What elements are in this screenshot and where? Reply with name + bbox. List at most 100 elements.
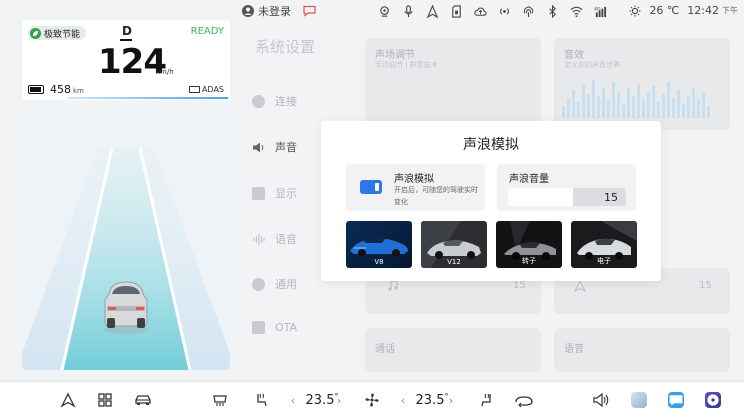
range-display: 458 km bbox=[50, 83, 84, 96]
message-icon[interactable] bbox=[303, 5, 316, 17]
chevron-right-icon: › bbox=[448, 393, 454, 407]
apps-grid-icon[interactable] bbox=[97, 390, 113, 410]
voice-wave-icon bbox=[253, 233, 265, 245]
nav-label: OTA bbox=[275, 321, 298, 334]
volume-speaker-icon[interactable] bbox=[592, 390, 610, 410]
temp-right-down-button[interactable]: ‹ bbox=[398, 390, 408, 410]
avatar-icon bbox=[242, 5, 254, 17]
brightness-icon bbox=[629, 5, 641, 16]
adas-indicator[interactable]: ADAS bbox=[188, 85, 224, 94]
card-call[interactable]: 通话 bbox=[365, 328, 541, 372]
eco-mode-badge[interactable]: 极致节能 bbox=[28, 26, 87, 40]
rear-defrost-icon[interactable] bbox=[212, 390, 228, 410]
preset-label: 电子 bbox=[597, 257, 611, 265]
volume-slider[interactable]: 15 bbox=[508, 188, 626, 206]
speaker-icon bbox=[253, 142, 264, 152]
card-title: 声场调节 bbox=[375, 50, 415, 61]
adas-label: ADAS bbox=[201, 85, 224, 94]
preset-electric[interactable]: 电子 bbox=[571, 221, 637, 268]
card-subtitle: 手动调节 | 群享技术 bbox=[375, 61, 438, 69]
temp-left-up-button[interactable]: › bbox=[334, 390, 344, 410]
card-title: 语音 bbox=[564, 344, 584, 355]
ota-icon bbox=[252, 321, 265, 334]
app-tile-maps[interactable] bbox=[631, 390, 647, 410]
range-value: 458 bbox=[50, 83, 71, 96]
wifi-icon bbox=[564, 3, 588, 19]
gear-underline bbox=[120, 39, 132, 41]
sound-wave-volume-card: 声浪音量 15 bbox=[497, 164, 636, 211]
volume-title: 声浪音量 bbox=[509, 174, 549, 185]
nav-label: 连接 bbox=[275, 95, 297, 108]
clock-period: 下午 bbox=[722, 6, 738, 15]
sound-wave-toggle[interactable] bbox=[360, 180, 382, 194]
location-icon[interactable] bbox=[372, 3, 396, 19]
nav-item-display[interactable]: 显示 bbox=[252, 185, 332, 201]
nav-item-sound[interactable]: 声音 bbox=[252, 139, 332, 155]
card-title: 音效 bbox=[564, 50, 584, 61]
nav-item-general[interactable]: 通用 bbox=[252, 276, 332, 292]
nav-label: 声音 bbox=[275, 141, 297, 154]
preset-v12[interactable]: V12 bbox=[421, 221, 487, 268]
card-sound-effect[interactable]: 音效 定义你的声音世界 bbox=[554, 38, 730, 130]
connection-icon bbox=[252, 94, 265, 108]
preset-label: 转子 bbox=[522, 257, 536, 265]
display-icon bbox=[252, 186, 265, 200]
status-right: 26 ℃ 12:42 下午 bbox=[629, 4, 738, 17]
microphone-icon[interactable] bbox=[396, 3, 420, 19]
range-progress-line bbox=[68, 97, 228, 99]
music-note-icon bbox=[388, 280, 398, 291]
navigation-icon[interactable] bbox=[420, 3, 444, 19]
leaf-icon bbox=[30, 27, 41, 39]
music-app-icon bbox=[705, 392, 721, 408]
seat-heat-right-icon[interactable] bbox=[478, 390, 494, 410]
nav-item-ota[interactable]: OTA bbox=[252, 321, 332, 334]
nav-label: 语音 bbox=[275, 233, 297, 246]
chevron-left-icon: ‹ bbox=[290, 393, 296, 407]
signal-icon: 4G bbox=[588, 3, 612, 19]
car-icon[interactable] bbox=[134, 390, 152, 410]
nav-label: 显示 bbox=[275, 187, 297, 200]
vehicle-icon bbox=[104, 281, 148, 334]
speed-value: 124 bbox=[98, 42, 167, 82]
settings-title: 系统设置 bbox=[255, 38, 316, 56]
cloud-icon bbox=[468, 3, 492, 19]
air-recirculation-icon[interactable] bbox=[514, 390, 534, 410]
switch-description: 开启后，可随您的驾驶实时变化 bbox=[394, 186, 478, 206]
preset-v8[interactable]: V8 bbox=[346, 221, 412, 268]
card-subtitle: 定义你的声音世界 bbox=[564, 61, 620, 69]
preset-rotary[interactable]: 转子 bbox=[496, 221, 562, 268]
nav-item-connection[interactable]: 连接 bbox=[252, 93, 332, 109]
chevron-right-icon: › bbox=[336, 393, 342, 407]
sound-wave-switch-card[interactable]: 声浪模拟 开启后，可随您的驾驶实时变化 bbox=[346, 164, 485, 211]
card-value: 15 bbox=[699, 280, 712, 291]
login-area[interactable]: 未登录 bbox=[242, 3, 316, 19]
outside-temperature: 26 ℃ bbox=[649, 4, 680, 17]
left-temp-value: 23.5 bbox=[305, 392, 335, 408]
fan-icon[interactable] bbox=[364, 390, 380, 410]
chevron-left-icon: ‹ bbox=[400, 393, 406, 407]
card-title: 通话 bbox=[375, 344, 395, 355]
card-sound-field[interactable]: 声场调节 手动调节 | 群享技术 bbox=[365, 38, 541, 130]
adas-icon bbox=[188, 86, 200, 93]
driving-view bbox=[22, 108, 230, 370]
bottom-dock: ‹ 23.5 ° › ‹ 23.5 ° › bbox=[0, 381, 744, 418]
volume-slider-fill bbox=[508, 188, 573, 206]
app-tile-music[interactable] bbox=[705, 390, 721, 410]
range-unit: km bbox=[73, 87, 84, 95]
nav-item-voice[interactable]: 语音 bbox=[252, 231, 332, 247]
navigation-icon[interactable] bbox=[60, 390, 76, 410]
engine-sound-presets: V8 V12 转子 电子 bbox=[346, 221, 637, 268]
sound-wave-dialog: 声浪模拟 声浪模拟 开启后，可随您的驾驶实时变化 声浪音量 15 V8 V12 … bbox=[321, 121, 661, 281]
temp-right-up-button[interactable]: › bbox=[446, 390, 456, 410]
maps-app-icon bbox=[631, 392, 647, 408]
ready-indicator: READY bbox=[190, 26, 224, 37]
temp-left-down-button[interactable]: ‹ bbox=[288, 390, 298, 410]
seat-heat-left-icon[interactable] bbox=[254, 390, 270, 410]
switch-title: 声浪模拟 bbox=[394, 174, 434, 185]
nav-label: 通用 bbox=[275, 278, 297, 291]
app-tile-messages[interactable] bbox=[668, 390, 684, 410]
navigation-icon bbox=[574, 280, 586, 292]
gear-icon bbox=[252, 277, 265, 291]
card-voice[interactable]: 语音 bbox=[554, 328, 730, 372]
preset-label: V8 bbox=[374, 258, 384, 266]
